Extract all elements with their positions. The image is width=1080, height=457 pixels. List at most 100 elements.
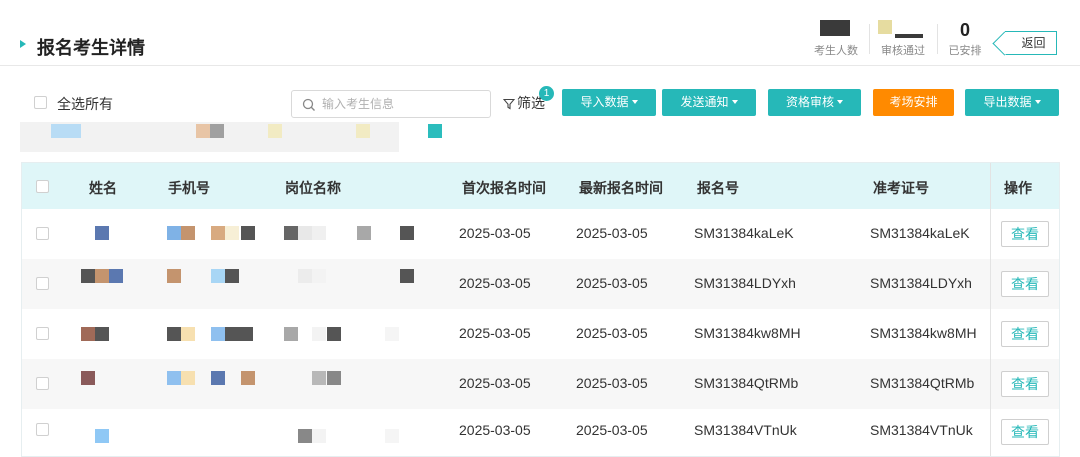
col-phone: 手机号 [168, 180, 210, 196]
table-row: 2025-03-05 2025-03-05 SM31384LDYxh SM313… [22, 259, 1059, 309]
reg-no-cell: SM31384VTnUk [694, 422, 797, 438]
redacted-phone [167, 269, 181, 283]
exam-arrangement-button[interactable]: 考场安排 [873, 89, 954, 116]
row-checkbox[interactable] [36, 327, 49, 340]
stat-arranged-value: 0 [959, 20, 970, 40]
reg-no-cell: SM31384QtRMb [694, 375, 799, 391]
redacted-phone [211, 327, 225, 341]
col-ticket-no: 准考证号 [873, 180, 929, 196]
first-time-cell: 2025-03-05 [459, 375, 531, 391]
ticket-no-cell: SM31384kaLeK [870, 225, 970, 241]
redacted-name [81, 269, 95, 283]
redacted-position [385, 429, 399, 443]
col-reg-no: 报名号 [697, 180, 739, 196]
redacted-position [400, 226, 414, 240]
qualification-review-button[interactable]: 资格审核 [768, 89, 861, 116]
ticket-no-cell: SM31384QtRMb [870, 375, 975, 391]
redacted-phone [167, 371, 181, 385]
redacted-position [327, 371, 341, 385]
redacted-value-block [878, 20, 892, 34]
redacted-phone [225, 226, 239, 240]
latest-time-cell: 2025-03-05 [576, 225, 648, 241]
table-header: 姓名 手机号 岗位名称 首次报名时间 最新报名时间 报名号 准考证号 操作 [22, 163, 1059, 209]
redacted-name [109, 269, 123, 283]
redacted-name [81, 327, 95, 341]
redacted-phone [211, 269, 225, 283]
first-time-cell: 2025-03-05 [459, 275, 531, 291]
send-notice-button[interactable]: 发送通知 [662, 89, 756, 116]
redacted-name [95, 327, 109, 341]
redacted-block [210, 124, 224, 138]
first-time-cell: 2025-03-05 [459, 325, 531, 341]
redacted-position [400, 269, 414, 283]
ticket-no-cell: SM31384LDYxh [870, 275, 972, 291]
redacted-position [312, 429, 326, 443]
search-box [291, 90, 491, 118]
redacted-name [95, 269, 109, 283]
reg-no-cell: SM31384kw8MH [694, 325, 801, 341]
redacted-position [284, 226, 298, 240]
col-first-time: 首次报名时间 [462, 180, 546, 196]
redacted-position [357, 226, 371, 240]
redacted-block [196, 124, 210, 138]
page-header: 报名考生详情 考生人数 审核通过 0 已安排 返回 [0, 0, 1080, 66]
candidates-table: 姓名 手机号 岗位名称 首次报名时间 最新报名时间 报名号 准考证号 操作 20… [21, 162, 1060, 457]
latest-time-cell: 2025-03-05 [576, 325, 648, 341]
redacted-phone [211, 371, 225, 385]
redacted-position [312, 327, 326, 341]
redacted-phone [225, 327, 253, 341]
redacted-name [81, 371, 95, 385]
row-checkbox[interactable] [36, 227, 49, 240]
redacted-phone [167, 226, 181, 240]
redacted-position [385, 327, 399, 341]
stat-candidates-label: 考生人数 [814, 45, 858, 57]
first-time-cell: 2025-03-05 [459, 225, 531, 241]
redacted-phone [225, 269, 239, 283]
back-button[interactable]: 返回 [1005, 31, 1057, 55]
redacted-name [95, 429, 109, 443]
select-all-checkbox[interactable] [34, 96, 47, 109]
redacted-phone [167, 327, 181, 341]
export-data-button[interactable]: 导出数据 [965, 89, 1059, 116]
redacted-position [298, 429, 312, 443]
reg-no-cell: SM31384LDYxh [694, 275, 796, 291]
latest-time-cell: 2025-03-05 [576, 422, 648, 438]
col-position: 岗位名称 [285, 180, 341, 196]
redacted-position [312, 269, 326, 283]
redacted-phone [181, 371, 195, 385]
table-row: 2025-03-05 2025-03-05 SM31384kw8MH SM313… [22, 309, 1059, 359]
latest-time-cell: 2025-03-05 [576, 275, 648, 291]
page-title: 报名考生详情 [37, 38, 145, 58]
stat-arranged: 0 已安排 [943, 20, 987, 58]
toolbar: 全选所有 筛选 1 导入数据 发送通知 资格审核 考场安排 导出数据 [0, 86, 1080, 120]
import-data-button[interactable]: 导入数据 [562, 89, 656, 116]
redacted-position [298, 269, 312, 283]
export-data-label: 导出数据 [983, 95, 1032, 109]
caret-down-icon [1034, 100, 1041, 104]
redacted-block [428, 124, 442, 138]
ticket-no-cell: SM31384kw8MH [870, 325, 977, 341]
table-row: 2025-03-05 2025-03-05 SM31384QtRMb SM313… [22, 359, 1059, 409]
title-marker-icon [20, 40, 26, 48]
redacted-value-block [820, 20, 850, 36]
redacted-block [51, 124, 81, 138]
row-checkbox[interactable] [36, 377, 49, 390]
actions-column-divider [990, 163, 1059, 456]
col-name: 姓名 [89, 180, 117, 196]
search-icon [302, 98, 315, 111]
row-checkbox[interactable] [36, 423, 49, 436]
select-all-label: 全选所有 [57, 96, 113, 112]
search-input[interactable] [322, 94, 482, 114]
redacted-phone [241, 226, 255, 240]
caret-down-icon [631, 100, 638, 104]
row-checkbox[interactable] [36, 277, 49, 290]
exam-arrangement-label: 考场安排 [889, 95, 938, 109]
caret-down-icon [837, 100, 843, 104]
redacted-phone [181, 327, 195, 341]
ticket-no-cell: SM31384VTnUk [870, 422, 973, 438]
redacted-block [356, 124, 370, 138]
header-select-checkbox[interactable] [36, 180, 49, 193]
filter-count-badge: 1 [539, 86, 554, 101]
stat-divider [937, 24, 938, 54]
table-row: 2025-03-05 2025-03-05 SM31384VTnUk SM313… [22, 409, 1059, 456]
